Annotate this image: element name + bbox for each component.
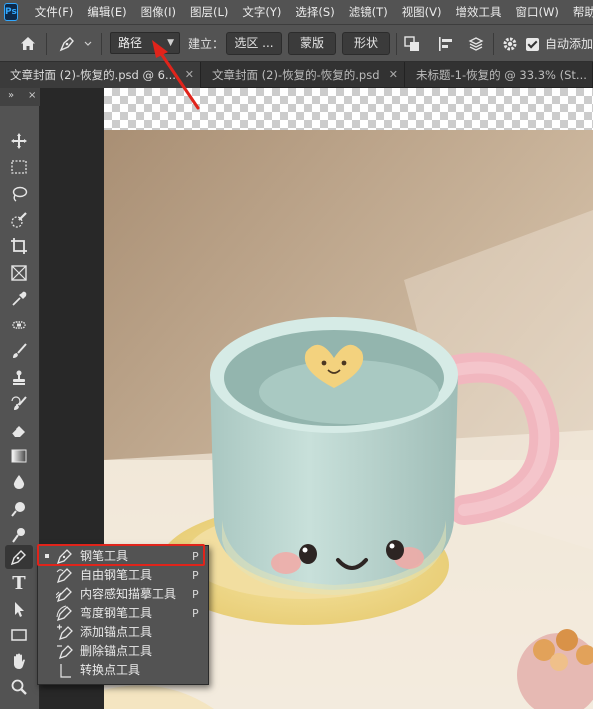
- annotation-arrow: [152, 40, 200, 110]
